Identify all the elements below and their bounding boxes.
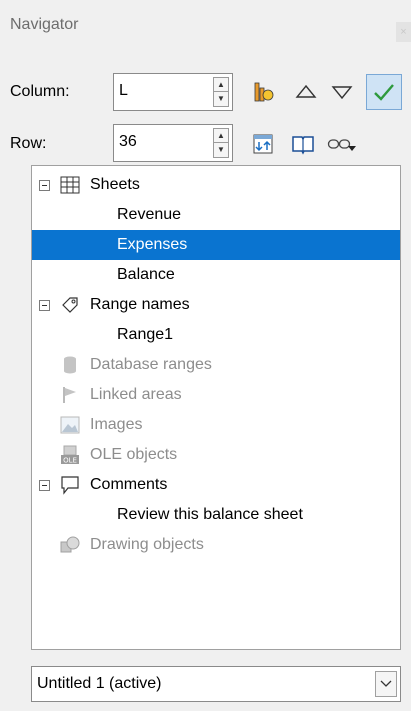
- tree-category-drawing-objects: Drawing objects: [32, 530, 400, 560]
- drag-mode-dropdown-icon[interactable]: [344, 134, 360, 162]
- collapse-icon[interactable]: [39, 300, 50, 311]
- next-icon[interactable]: [328, 78, 356, 106]
- tree-category-label: OLE objects: [90, 446, 178, 463]
- tag-icon: [59, 294, 81, 316]
- tree-category-database-ranges: Database ranges: [32, 350, 400, 380]
- spin-down-icon[interactable]: ▼: [214, 143, 228, 157]
- close-button[interactable]: ×: [396, 22, 411, 42]
- tree-item-label: Revenue: [117, 206, 182, 223]
- tree-category-label: Drawing objects: [90, 536, 204, 553]
- column-value: L: [119, 82, 128, 99]
- tree-category-range-names[interactable]: Range names: [32, 290, 400, 320]
- confirm-icon: [374, 84, 394, 101]
- tree-item[interactable]: Review this balance sheet: [32, 500, 400, 530]
- tree-item[interactable]: Balance: [32, 260, 400, 290]
- tree-item-label: Expenses: [117, 236, 188, 253]
- tree-category-ole-objects: OLE OLE objects: [32, 440, 400, 470]
- tree-category-comments[interactable]: Comments: [32, 470, 400, 500]
- tree-category-label: Images: [90, 416, 143, 433]
- title-bar: Navigator ×: [0, 0, 411, 60]
- column-spinbox[interactable]: L ▲ ▼: [113, 73, 233, 111]
- scenarios-icon[interactable]: [289, 130, 317, 158]
- toggle-icon[interactable]: [249, 130, 277, 158]
- database-icon: [59, 354, 81, 376]
- row-label: Row:: [10, 135, 47, 152]
- tree-category-label: Range names: [90, 296, 190, 313]
- tree-item-selected[interactable]: Expenses: [32, 230, 400, 260]
- tree-category-images: Images: [32, 410, 400, 440]
- column-spin-arrows[interactable]: ▲ ▼: [213, 77, 229, 107]
- tree-category-label: Database ranges: [90, 356, 212, 373]
- svg-text:OLE: OLE: [63, 457, 77, 465]
- row-value: 36: [119, 133, 137, 150]
- document-select[interactable]: Untitled 1 (active): [31, 666, 401, 702]
- flag-icon: [59, 384, 81, 406]
- confirm-button[interactable]: [366, 74, 402, 110]
- tree-item-label: Range1: [117, 326, 174, 343]
- tree-category-linked-areas: Linked areas: [32, 380, 400, 410]
- drawing-objects-icon: [59, 534, 81, 556]
- spin-up-icon[interactable]: ▲: [214, 78, 228, 92]
- tree-item-label: Balance: [117, 266, 175, 283]
- collapse-icon[interactable]: [39, 480, 50, 491]
- column-label: Column:: [10, 83, 70, 100]
- previous-icon[interactable]: [292, 78, 320, 106]
- collapse-icon[interactable]: [39, 180, 50, 191]
- tree-item[interactable]: Range1: [32, 320, 400, 350]
- spin-up-icon[interactable]: ▲: [214, 129, 228, 143]
- navigator-panel: Navigator × Column: L ▲ ▼ Row: 36 ▲ ▼ Sh…: [0, 0, 411, 711]
- tree-category-label: Comments: [90, 476, 168, 493]
- tree-category-label: Linked areas: [90, 386, 182, 403]
- comment-icon: [59, 474, 81, 496]
- image-icon: [59, 414, 81, 436]
- tree-item-label: Review this balance sheet: [117, 506, 303, 523]
- tree-item[interactable]: Revenue: [32, 200, 400, 230]
- tree-category-label: Sheets: [90, 176, 140, 193]
- content-view-icon[interactable]: [249, 78, 277, 106]
- sheet-grid-icon: [59, 174, 81, 196]
- ole-icon: OLE: [59, 444, 81, 466]
- document-select-value: Untitled 1 (active): [37, 675, 162, 692]
- chevron-down-icon[interactable]: [375, 671, 397, 697]
- spin-down-icon[interactable]: ▼: [214, 92, 228, 106]
- window-title: Navigator: [10, 16, 79, 33]
- navigator-tree[interactable]: Sheets Revenue Expenses Balance Range na…: [31, 165, 401, 650]
- tree-category-sheets[interactable]: Sheets: [32, 170, 400, 200]
- row-spinbox[interactable]: 36 ▲ ▼: [113, 124, 233, 162]
- row-spin-arrows[interactable]: ▲ ▼: [213, 128, 229, 158]
